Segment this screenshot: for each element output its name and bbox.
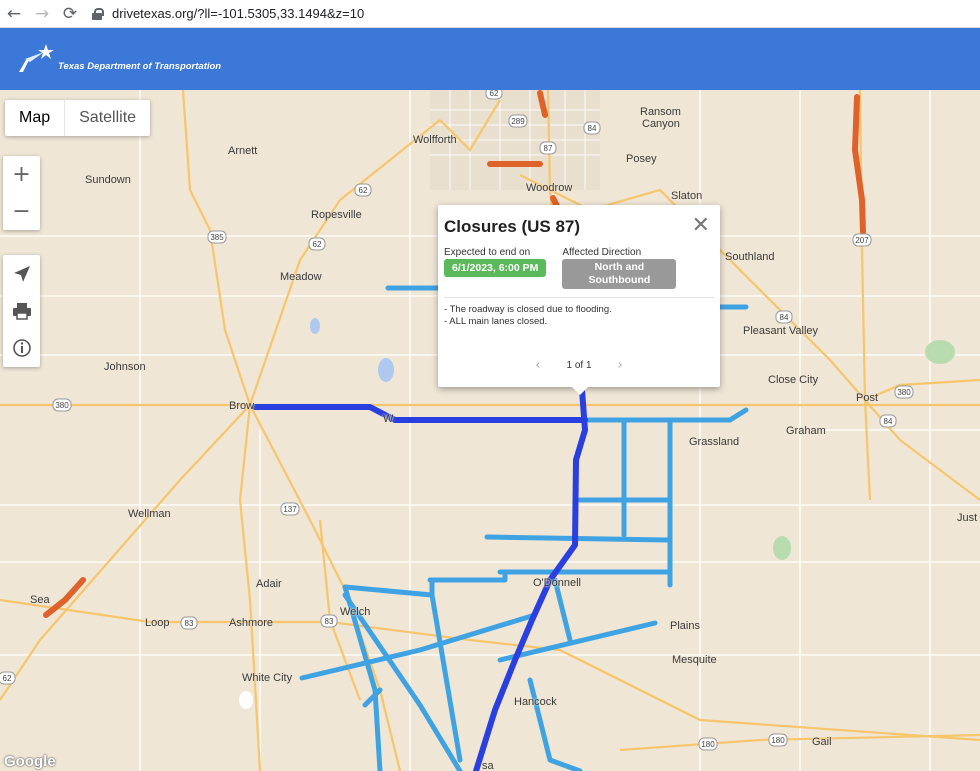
town-label: Welch [340, 606, 371, 618]
site-header: Texas Department of Transportation [0, 28, 980, 90]
direction-group: Affected Direction North and Southbound [562, 247, 677, 289]
town-label: O'Donnell [533, 577, 581, 589]
pager-text: 1 of 1 [566, 360, 592, 371]
print-icon[interactable] [3, 292, 40, 329]
svg-text:385: 385 [210, 233, 224, 242]
town-label: Sea [30, 594, 50, 606]
direction-badge: North and Southbound [562, 259, 677, 289]
town-label: Pleasant Valley [743, 325, 819, 337]
google-logo: Google [4, 753, 56, 770]
satellite-view-button[interactable]: Satellite [65, 100, 150, 136]
town-label: Plains [670, 620, 700, 632]
town-label: Loop [145, 617, 170, 629]
svg-text:62: 62 [313, 240, 322, 249]
end-label: Expected to end on [444, 247, 531, 258]
town-label: Ropesville [311, 209, 362, 221]
svg-text:380: 380 [897, 388, 911, 397]
direction-label: Affected Direction [562, 247, 642, 258]
map-view-button[interactable]: Map [5, 100, 66, 136]
shield-62-a: 62 [490, 90, 499, 98]
town-label: Sundown [85, 174, 131, 186]
svg-text:83: 83 [185, 619, 194, 628]
txdot-logo[interactable]: Texas Department of Transportation [16, 42, 221, 76]
svg-text:83: 83 [325, 617, 334, 626]
svg-text:84: 84 [588, 124, 597, 133]
svg-text:289: 289 [511, 117, 525, 126]
town-label: Gail [812, 736, 832, 748]
town-label: Meadow [280, 271, 322, 283]
popup-details: Expected to end on 6/1/2023, 6:00 PM Aff… [444, 247, 714, 289]
town-label: Wellman [128, 508, 171, 520]
town-label: Canyon [642, 118, 680, 130]
prev-icon[interactable]: ‹ [535, 358, 540, 373]
town-label: Grassland [689, 436, 740, 448]
zoom-out-button[interactable]: − [3, 193, 40, 230]
svg-text:84: 84 [884, 417, 893, 426]
end-time-badge: 6/1/2023, 6:00 PM [444, 259, 547, 277]
town-label: sa [482, 760, 494, 771]
town-label: Arnett [228, 145, 258, 157]
town-label: Woodrow [526, 182, 573, 194]
address-bar[interactable]: drivetexas.org/?ll=-101.5305,33.1494&z=1… [92, 3, 364, 25]
town-label: Brow [229, 400, 255, 412]
url-text: drivetexas.org/?ll=-101.5305,33.1494&z=1… [112, 6, 365, 21]
zoom-control: + − [3, 156, 40, 230]
description-line: - The roadway is closed due to flooding. [444, 304, 612, 315]
popup-title: Closures (US 87) [444, 217, 581, 236]
town-label: Ashmore [229, 617, 274, 629]
svg-text:84: 84 [780, 313, 789, 322]
svg-text:62: 62 [3, 674, 12, 683]
town-label: Just [957, 512, 978, 524]
tools-control [3, 255, 40, 367]
town-label: Slaton [671, 190, 703, 202]
town-label: Johnson [104, 361, 146, 373]
svg-text:62: 62 [359, 186, 368, 195]
town-label: Wolfforth [413, 134, 457, 146]
town-label: Close City [768, 374, 819, 386]
town-label: Hancock [514, 696, 557, 708]
town-label: Southland [725, 251, 775, 263]
arrow-right-icon[interactable]: → [28, 2, 56, 26]
town-label: Graham [786, 425, 826, 437]
town-label: Ransom [640, 106, 681, 118]
reload-icon[interactable]: ⟳ [56, 2, 84, 26]
svg-text:137: 137 [283, 505, 297, 514]
map-svg: 62 289 84 87 62 385 62 207 84 380 84 380… [0, 90, 980, 771]
locate-icon[interactable] [3, 255, 40, 292]
town-label: Mesquite [672, 654, 717, 666]
map-type-control: Map Satellite [5, 100, 151, 136]
agency-name: Texas Department of Transportation [58, 61, 222, 72]
zoom-in-button[interactable]: + [3, 156, 40, 193]
end-time-group: Expected to end on 6/1/2023, 6:00 PM [444, 247, 547, 289]
town-label: Posey [626, 153, 657, 165]
closure-popup: Closures (US 87) ✕ Expected to end on 6/… [438, 205, 720, 395]
town-label: White City [242, 672, 293, 684]
star-logo-icon [19, 44, 54, 72]
svg-text:207: 207 [855, 236, 869, 245]
info-icon[interactable] [3, 329, 40, 366]
popup-divider [444, 297, 714, 298]
lock-icon [92, 7, 104, 20]
close-icon[interactable]: ✕ [692, 213, 710, 238]
description-line: - ALL main lanes closed. [444, 315, 548, 327]
next-icon[interactable]: › [618, 358, 623, 373]
browser-bar: ← → ⟳ drivetexas.org/?ll=-101.5305,33.14… [0, 0, 980, 28]
svg-text:87: 87 [544, 144, 553, 153]
svg-text:380: 380 [55, 401, 69, 410]
popup-pager: ‹ 1 of 1 › [438, 358, 720, 373]
town-label: Adair [256, 578, 282, 590]
arrow-left-icon[interactable]: ← [0, 2, 28, 26]
svg-text:180: 180 [701, 740, 715, 749]
town-label: Post [856, 392, 879, 404]
svg-text:180: 180 [771, 736, 785, 745]
map-canvas[interactable]: 62 289 84 87 62 385 62 207 84 380 84 380… [0, 90, 980, 771]
town-label: W [383, 413, 394, 425]
